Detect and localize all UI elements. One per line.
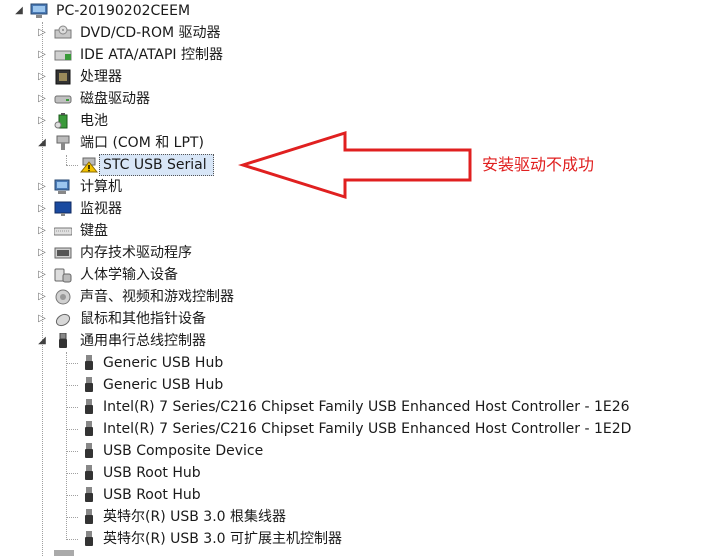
annotation-arrow-icon	[237, 130, 472, 200]
annotation-text: 安装驱动不成功	[482, 155, 595, 174]
